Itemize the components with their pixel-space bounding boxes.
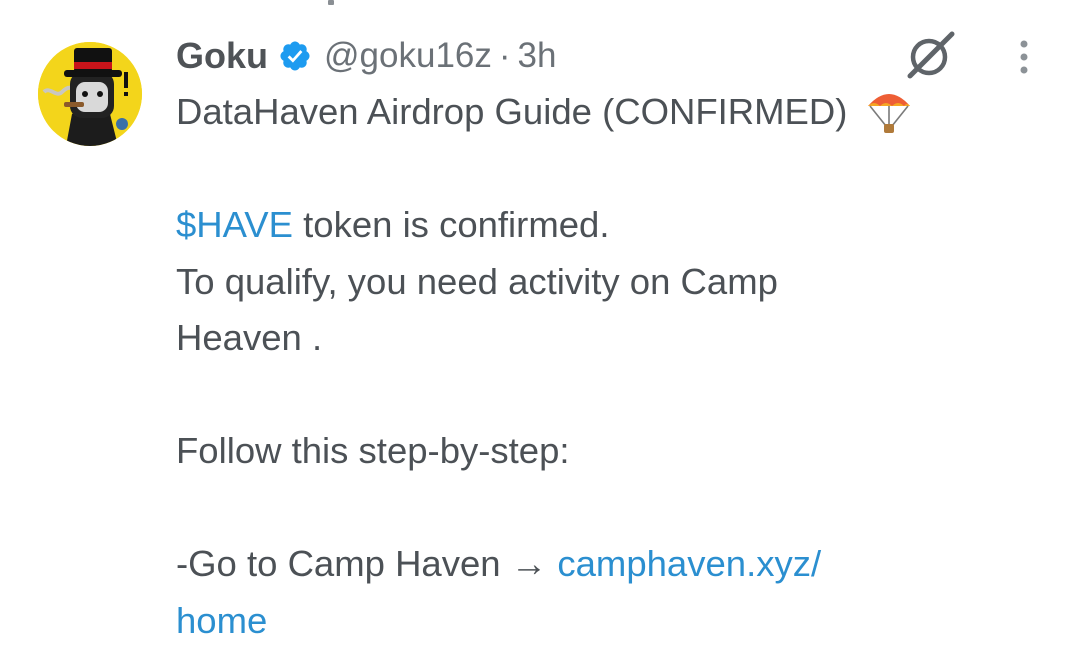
- avatar[interactable]: [38, 42, 142, 146]
- tweet-line: home: [176, 593, 1036, 650]
- post-time[interactable]: 3h: [518, 36, 557, 76]
- more-vertical-icon[interactable]: [1012, 38, 1036, 80]
- tweet-line: To qualify, you need activity on Camp: [176, 254, 1036, 311]
- tweet-line-text: token is confirmed.: [293, 204, 610, 245]
- url-link-continued[interactable]: home: [176, 600, 267, 641]
- header-separator: ·: [498, 36, 511, 75]
- tweet-header: Goku @goku16z · 3h: [176, 33, 556, 79]
- tweet-line-text: -Go to Camp Haven →: [176, 543, 558, 584]
- verified-badge-icon: [278, 39, 312, 73]
- previous-post-fragment: [328, 0, 334, 5]
- display-name[interactable]: Goku: [176, 35, 268, 77]
- previous-post-edge: [0, 0, 1080, 14]
- tweet-line: -Go to Camp Haven → camphaven.xyz/: [176, 536, 1036, 593]
- url-link[interactable]: camphaven.xyz/: [557, 543, 821, 584]
- avatar-illustration: [38, 42, 142, 146]
- tweet-line-text: To qualify, you need activity on Camp: [176, 260, 778, 302]
- parachute-emoji-icon: [864, 86, 914, 134]
- tweet-text: DataHaven Airdrop Guide (CONFIRMED) $HAV…: [176, 84, 1036, 649]
- cashtag-link[interactable]: $HAVE: [176, 204, 293, 245]
- tweet-line: $HAVE token is confirmed.: [176, 197, 1036, 254]
- tweet-line: DataHaven Airdrop Guide (CONFIRMED): [176, 84, 1036, 141]
- tweet-line-text: DataHaven Airdrop Guide (CONFIRMED): [176, 91, 848, 132]
- tweet-line: Follow this step-by-step:: [176, 423, 1036, 480]
- author-handle[interactable]: @goku16z: [324, 36, 492, 76]
- tweet-line-text: Heaven .: [176, 317, 323, 358]
- tweet-line: Heaven .: [176, 310, 1036, 367]
- grok-icon[interactable]: [902, 30, 958, 82]
- tweet-line-text: Follow this step-by-step:: [176, 430, 570, 471]
